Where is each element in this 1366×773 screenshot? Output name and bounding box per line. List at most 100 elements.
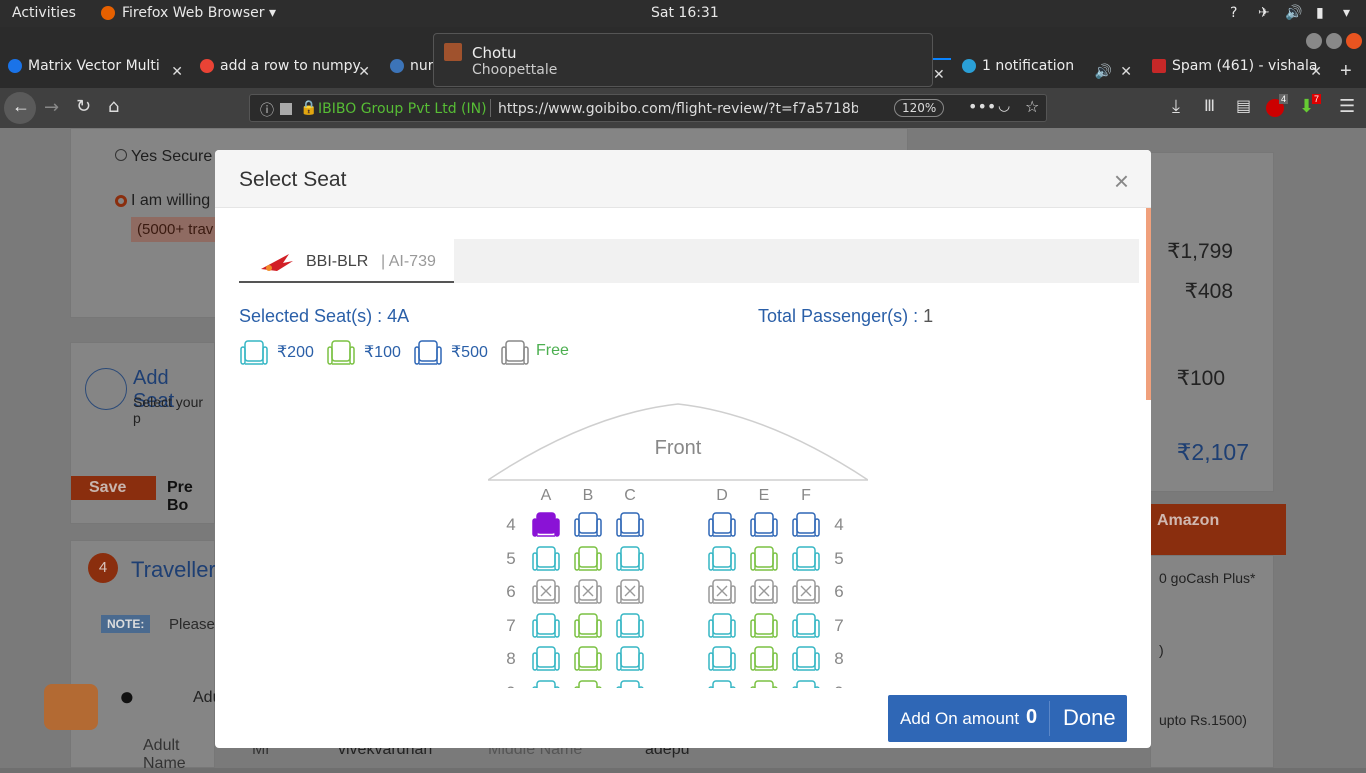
seat-row-number: 9 (501, 683, 521, 688)
tab-matrix-vector[interactable]: Matrix Vector Multi ✕ (8, 58, 183, 87)
done-button[interactable]: Done (1063, 705, 1116, 731)
new-tab-icon[interactable]: + (1340, 60, 1352, 83)
close-tab-icon[interactable]: ✕ (171, 64, 183, 80)
downloads-icon[interactable]: ⤓ (1172, 96, 1180, 117)
legend-price-label: Free (536, 342, 569, 359)
seat-4e[interactable] (749, 510, 779, 540)
tab-favicon-icon (8, 59, 22, 73)
bookmark-star-icon[interactable]: ☆ (1025, 97, 1039, 116)
pre-book-label: Pre Bo (167, 479, 193, 514)
maximize-icon[interactable] (1326, 33, 1342, 49)
select-seat-modal: Select Seat × BBI-BLR | AI-739 Selected … (215, 150, 1151, 748)
seat-7a[interactable] (531, 611, 561, 641)
close-tab-icon[interactable]: ✕ (933, 58, 951, 87)
activities-button[interactable]: Activities (12, 5, 76, 21)
seat-5e[interactable] (749, 544, 779, 574)
seat-8d[interactable] (707, 644, 737, 674)
seat-9a[interactable] (531, 678, 561, 688)
seat-5c[interactable] (615, 544, 645, 574)
seat-5f[interactable] (791, 544, 821, 574)
close-tab-icon[interactable]: ✕ (358, 64, 370, 80)
seat-7e[interactable] (749, 611, 779, 641)
back-button[interactable]: ← (4, 92, 36, 124)
tab-flight-bbi-blr[interactable]: BBI-BLR | AI-739 (239, 239, 454, 283)
add-seat-card: Add Seat Select your p Save Pre Bo (70, 342, 215, 524)
seat-5d[interactable] (707, 544, 737, 574)
sidebar-icon[interactable]: ▤ (1236, 96, 1251, 115)
fare-base: ₹1,799 (1167, 240, 1233, 263)
seat-4d[interactable] (707, 510, 737, 540)
seat-column-header: D (716, 487, 728, 504)
zoom-level[interactable]: 120% (894, 99, 945, 117)
seat-9b[interactable] (573, 678, 603, 688)
section-number: 4 (88, 553, 118, 583)
seat-9e[interactable] (749, 678, 779, 688)
seat-5a[interactable] (531, 544, 561, 574)
download-helper-badge: 7 (1312, 94, 1322, 104)
reload-icon[interactable]: ↻ (76, 96, 91, 117)
legend-seat-icon (413, 338, 442, 366)
seat-9f[interactable] (791, 678, 821, 688)
close-tab-icon[interactable]: ✕ (1120, 64, 1132, 80)
forward-arrow-icon[interactable]: → (44, 97, 59, 118)
seat-column-header: A (540, 487, 552, 504)
addon-amount-label: Add On amount (900, 709, 1020, 728)
tab-numpy[interactable]: nur (390, 58, 435, 87)
seat-row-number: 6 (506, 582, 516, 602)
selected-seats-value: 4A (387, 306, 410, 326)
amazon-offer-banner[interactable]: Amazon (1150, 504, 1286, 555)
seat-8f[interactable] (791, 644, 821, 674)
clock[interactable]: Sat 16:31 (651, 5, 719, 21)
close-tab-icon[interactable]: ✕ (1310, 64, 1322, 80)
seat-8c[interactable] (615, 644, 645, 674)
seat-7d[interactable] (707, 611, 737, 641)
seat-9c[interactable] (615, 678, 645, 688)
app-menu[interactable]: Firefox Web Browser ▾ (122, 5, 276, 21)
close-icon[interactable]: × (1114, 166, 1129, 197)
chat-bot-icon[interactable] (44, 684, 98, 730)
url-bar[interactable]: ⓘ 🔒 IBIBO Group Pvt Ltd (IN) https://www… (249, 94, 1047, 122)
pocket-icon[interactable]: ◡ (998, 98, 1010, 114)
seat-7c[interactable] (615, 611, 645, 641)
speaker-icon[interactable]: 🔊 (1095, 64, 1112, 80)
url-text[interactable]: https://www.goibibo.com/flight-review/?t… (498, 101, 858, 117)
info-icon[interactable]: ⓘ (260, 100, 274, 120)
radio-willing-icon[interactable] (115, 195, 127, 207)
battery-icon[interactable]: ▮ (1316, 5, 1324, 21)
library-icon[interactable]: Ⅲ (1204, 96, 1215, 115)
radio-yes-icon[interactable] (115, 149, 127, 161)
scrollbar-thumb[interactable] (1146, 208, 1151, 400)
airplane-icon[interactable]: ✈ (1258, 5, 1270, 21)
permissions-icon[interactable] (280, 103, 292, 115)
system-top-bar: Activities Firefox Web Browser ▾ Sat 16:… (0, 0, 1366, 27)
flight-tabs: BBI-BLR | AI-739 (239, 239, 1139, 283)
org-identity[interactable]: IBIBO Group Pvt Ltd (IN) (318, 101, 487, 117)
notification-body: Choopettale (472, 62, 558, 78)
seat-4c[interactable] (615, 510, 645, 540)
tab-gmail-spam[interactable]: Spam (461) - vishala ✕ (1152, 58, 1322, 87)
seat-5b[interactable] (573, 544, 603, 574)
tab-add-row-numpy[interactable]: add a row to numpy ✕ (200, 58, 370, 87)
hamburger-menu-icon[interactable]: ☰ (1339, 96, 1355, 117)
network-icon[interactable]: ? (1230, 5, 1237, 21)
seat-9d[interactable] (707, 678, 737, 688)
seat-4f[interactable] (791, 510, 821, 540)
home-icon[interactable]: ⌂ (108, 96, 119, 117)
fare-total: ₹2,107 (1176, 439, 1249, 465)
seat-7f[interactable] (791, 611, 821, 641)
seat-8a[interactable] (531, 644, 561, 674)
seat-8e[interactable] (749, 644, 779, 674)
tab-label: nur (410, 58, 434, 74)
volume-icon[interactable]: 🔊 (1285, 5, 1302, 21)
power-menu-icon[interactable]: ▾ (1343, 5, 1350, 21)
seat-7b[interactable] (573, 611, 603, 641)
seat-column-header: E (758, 487, 770, 504)
seat-4b[interactable] (573, 510, 603, 540)
minimize-icon[interactable] (1306, 33, 1322, 49)
tab-notification[interactable]: 1 notification 🔊 ✕ (962, 58, 1132, 87)
seat-4a[interactable] (531, 510, 561, 540)
close-window-icon[interactable] (1346, 33, 1362, 49)
desktop-notification[interactable]: Chotu Choopettale (433, 33, 933, 87)
page-actions-icon[interactable]: ••• (968, 97, 996, 116)
seat-8b[interactable] (573, 644, 603, 674)
